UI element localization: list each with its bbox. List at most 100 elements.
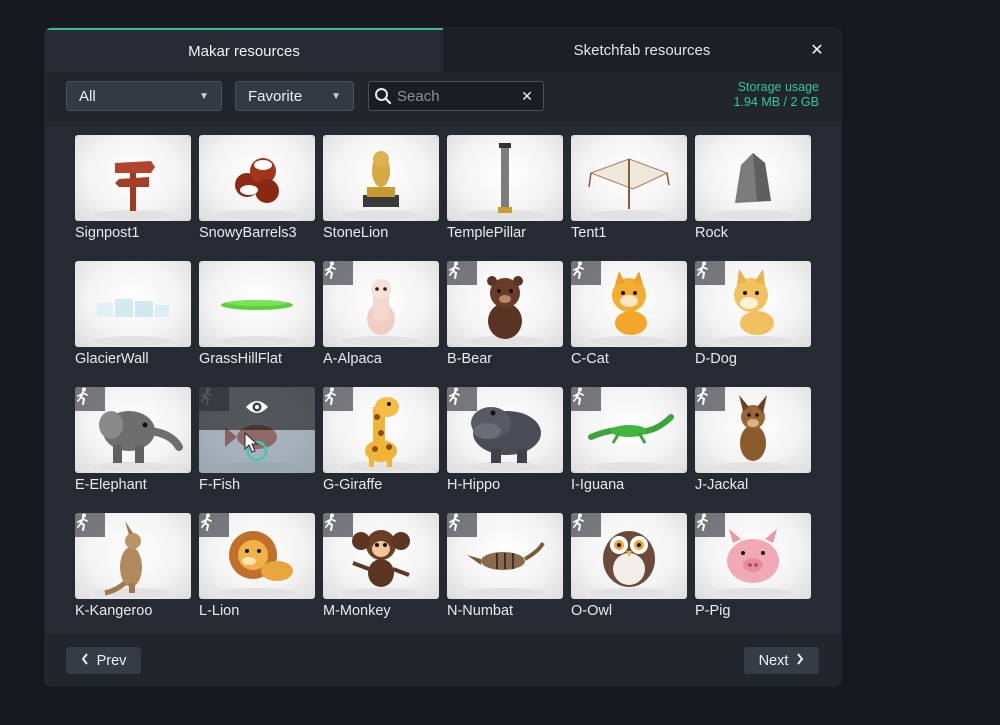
tab-makar-resources[interactable]: Makar resources <box>45 28 443 72</box>
resource-card[interactable]: Tent1 <box>571 135 687 243</box>
resource-name: K-Kangeroo <box>75 603 153 619</box>
running-person-icon <box>695 261 725 285</box>
resource-thumbnail[interactable] <box>199 513 315 599</box>
resource-thumbnail[interactable] <box>447 261 563 347</box>
close-icon[interactable]: ✕ <box>807 40 827 60</box>
running-person-icon <box>571 513 601 537</box>
resource-name: SnowyBarrels3 <box>199 225 297 241</box>
category-select[interactable]: All ▼ <box>66 81 222 111</box>
resource-card[interactable]: P-Pig <box>695 513 811 621</box>
chevron-left-icon <box>81 652 89 669</box>
clear-search-icon[interactable]: ✕ <box>515 88 539 105</box>
resource-thumbnail[interactable] <box>323 513 439 599</box>
resource-card[interactable]: H-Hippo <box>447 387 563 495</box>
sort-select-value: Favorite <box>248 87 303 105</box>
resource-card[interactable]: K-Kangeroo <box>75 513 191 621</box>
filter-toolbar: All ▼ Favorite ▼ ✕ Storage usage 1.94 MB… <box>45 72 841 122</box>
resource-thumbnail[interactable] <box>75 513 191 599</box>
resource-card[interactable]: O-Owl <box>571 513 687 621</box>
resource-card[interactable]: N-Numbat <box>447 513 563 621</box>
resource-thumbnail[interactable] <box>695 261 811 347</box>
running-person-icon <box>75 513 105 537</box>
resource-thumbnail[interactable] <box>323 135 439 221</box>
resource-thumbnail[interactable] <box>571 261 687 347</box>
resource-card[interactable]: GlacierWall <box>75 261 191 369</box>
storage-usage-value: 1.94 MB / 2 GB <box>733 95 819 109</box>
running-person-icon <box>695 387 725 411</box>
pagination-bar: Prev Next <box>45 634 841 686</box>
resource-thumbnail[interactable] <box>199 135 315 221</box>
resource-thumbnail[interactable] <box>571 387 687 473</box>
resource-card[interactable]: StoneLion <box>323 135 439 243</box>
resource-thumbnail[interactable] <box>571 513 687 599</box>
resource-card[interactable]: A-Alpaca <box>323 261 439 369</box>
preview-overlay[interactable] <box>199 387 315 473</box>
resource-thumbnail[interactable] <box>571 135 687 221</box>
resource-card[interactable]: Rock <box>695 135 811 243</box>
prev-page-button[interactable]: Prev <box>66 647 141 674</box>
resource-thumbnail[interactable] <box>323 261 439 347</box>
resource-thumbnail[interactable] <box>75 387 191 473</box>
search-input[interactable] <box>397 87 515 105</box>
resource-card[interactable]: M-Monkey <box>323 513 439 621</box>
resource-name: TemplePillar <box>447 225 526 241</box>
resource-card[interactable]: Signpost1 <box>75 135 191 243</box>
running-person-icon <box>447 387 477 411</box>
sort-select[interactable]: Favorite ▼ <box>235 81 354 111</box>
resource-card[interactable]: F-Fish <box>199 387 315 495</box>
resource-thumbnail[interactable] <box>199 261 315 347</box>
resource-name: GlacierWall <box>75 351 149 367</box>
resource-card[interactable]: GrassHillFlat <box>199 261 315 369</box>
running-person-icon <box>447 261 477 285</box>
chevron-down-icon: ▼ <box>199 90 209 102</box>
resource-name: C-Cat <box>571 351 609 367</box>
resource-thumbnail[interactable] <box>323 387 439 473</box>
resource-card[interactable]: I-Iguana <box>571 387 687 495</box>
resource-card[interactable]: B-Bear <box>447 261 563 369</box>
resource-name: B-Bear <box>447 351 493 367</box>
eye-icon[interactable] <box>245 399 269 415</box>
resource-name: G-Giraffe <box>323 477 383 493</box>
tab-sketchfab-resources[interactable]: Sketchfab resources <box>443 28 841 72</box>
category-select-value: All <box>79 87 96 105</box>
resource-card[interactable]: TemplePillar <box>447 135 563 243</box>
resource-card[interactable]: SnowyBarrels3 <box>199 135 315 243</box>
resource-thumbnail[interactable] <box>695 135 811 221</box>
resource-name: O-Owl <box>571 603 613 619</box>
resource-card[interactable]: C-Cat <box>571 261 687 369</box>
resource-name: Rock <box>695 225 729 241</box>
running-person-icon <box>571 387 601 411</box>
search-icon <box>369 87 397 105</box>
resource-name: StoneLion <box>323 225 389 241</box>
resource-thumbnail[interactable] <box>447 135 563 221</box>
resource-card[interactable]: G-Giraffe <box>323 387 439 495</box>
tab-bar: Makar resources Sketchfab resources <box>45 28 841 72</box>
resource-card[interactable]: L-Lion <box>199 513 315 621</box>
resource-thumbnail[interactable] <box>447 513 563 599</box>
resource-card[interactable]: J-Jackal <box>695 387 811 495</box>
resource-thumbnail[interactable] <box>695 387 811 473</box>
resource-name: M-Monkey <box>323 603 391 619</box>
resource-name: L-Lion <box>199 603 240 619</box>
running-person-icon <box>323 387 353 411</box>
running-person-icon <box>199 513 229 537</box>
resource-name: GrassHillFlat <box>199 351 282 367</box>
resource-thumbnail[interactable] <box>75 135 191 221</box>
resource-name: H-Hippo <box>447 477 501 493</box>
cursor-icon <box>244 431 268 461</box>
resource-name: P-Pig <box>695 603 731 619</box>
running-person-icon <box>447 513 477 537</box>
resource-thumbnail[interactable] <box>199 387 315 473</box>
resource-name: J-Jackal <box>695 477 749 493</box>
next-page-button[interactable]: Next <box>744 647 819 674</box>
resource-card[interactable]: D-Dog <box>695 261 811 369</box>
prev-page-label: Prev <box>96 652 127 669</box>
running-person-icon <box>323 261 353 285</box>
resource-name: N-Numbat <box>447 603 514 619</box>
resource-thumbnail[interactable] <box>447 387 563 473</box>
chevron-right-icon <box>796 652 804 669</box>
resource-name: Tent1 <box>571 225 607 241</box>
resource-thumbnail[interactable] <box>695 513 811 599</box>
resource-card[interactable]: E-Elephant <box>75 387 191 495</box>
resource-thumbnail[interactable] <box>75 261 191 347</box>
